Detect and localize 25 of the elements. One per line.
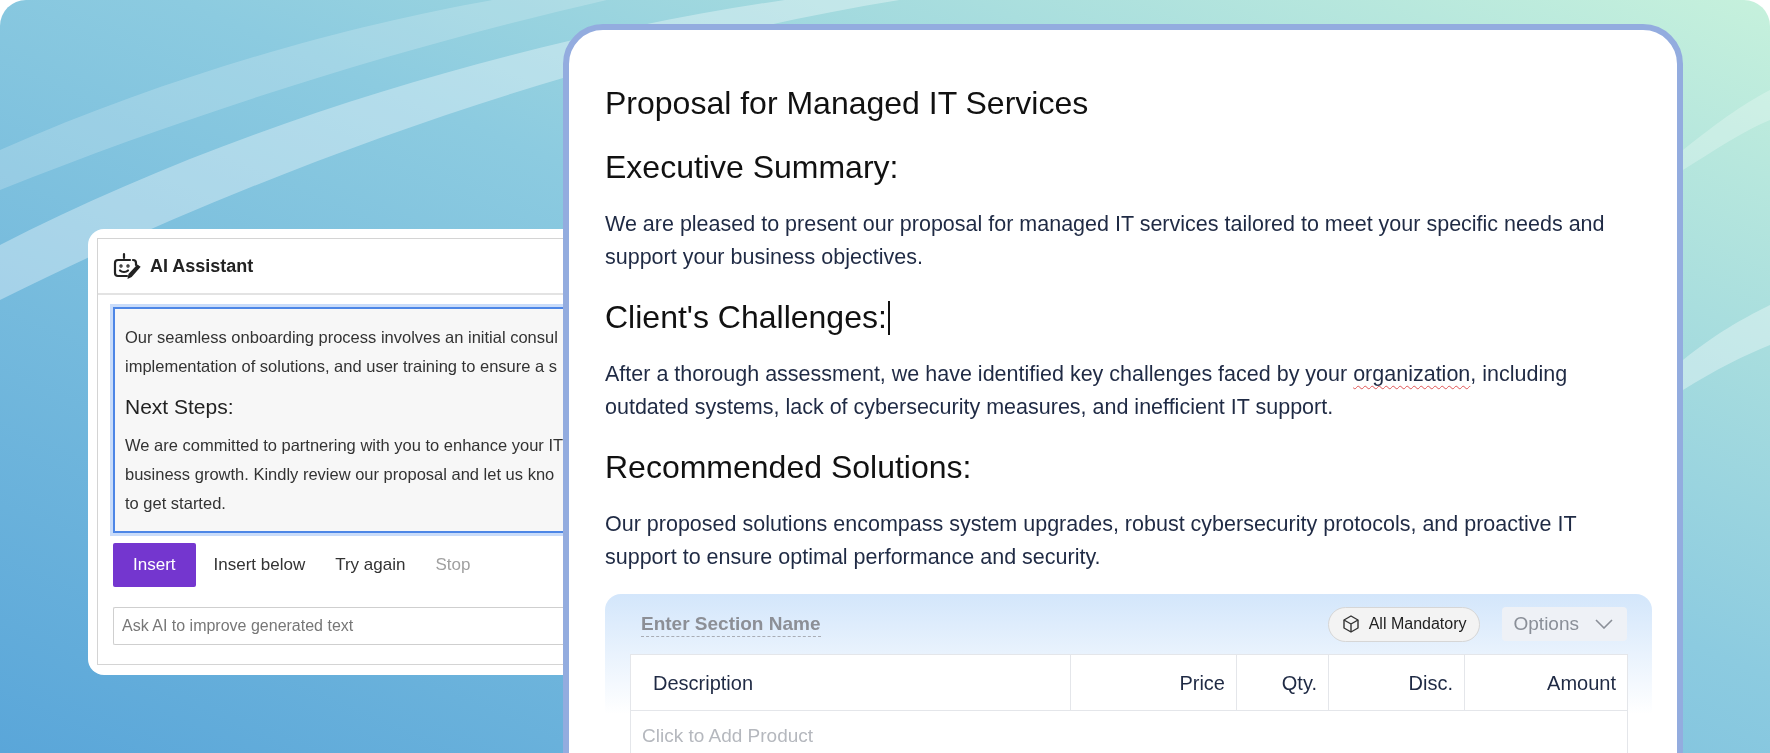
column-header: Disc. (1328, 654, 1465, 711)
chevron-down-icon (1595, 619, 1613, 629)
generated-paragraph: We are committed to partnering with you to enhance your IT business growth. Kindly review our proposal and let us kno to get started. (125, 435, 563, 514)
generated-heading: Next Steps: (125, 394, 235, 420)
section-heading: Executive Summary: (605, 150, 899, 185)
mandatory-toggle[interactable]: All Mandatory (1327, 606, 1480, 642)
section-heading: Client's Challenges: (605, 300, 887, 335)
column-header: Price (1070, 654, 1237, 711)
generated-text-box[interactable] (113, 307, 563, 533)
section-paragraph: We are pleased to present our proposal for managed IT services tailored to meet your specific needs and support your business objectives. (605, 211, 1606, 271)
column-header: Qty. (1236, 654, 1329, 711)
section-heading: Recommended Solutions: (605, 450, 972, 485)
document-title: Proposal for Managed IT Services (605, 86, 1090, 121)
action-button[interactable]: Insert (113, 543, 196, 587)
action-button[interactable]: Try again (323, 543, 418, 587)
column-header: Description (630, 654, 1071, 711)
prompt-input[interactable]: Ask AI to improve generated text (113, 606, 563, 645)
generated-paragraph: Our seamless onboarding process involves an initial consul implementation of solutions, and user training to ensure a s (125, 327, 559, 377)
section-paragraph: After a thorough assessment, we have identified key challenges faced by your organization, including outdated systems, lack of cybersecurity measures, and inefficient IT support. (605, 361, 1569, 421)
column-header: Amount (1464, 654, 1628, 711)
action-button[interactable]: Insert below (201, 543, 318, 587)
panel-title: AI Assistant (150, 254, 254, 278)
section-paragraph: Our proposed solutions encompass system upgrades, robust cybersecurity protocols, and proactive IT support to ensure optimal performance and security. (605, 511, 1578, 571)
robot-icon (112, 252, 142, 280)
cube-icon (1340, 614, 1361, 634)
